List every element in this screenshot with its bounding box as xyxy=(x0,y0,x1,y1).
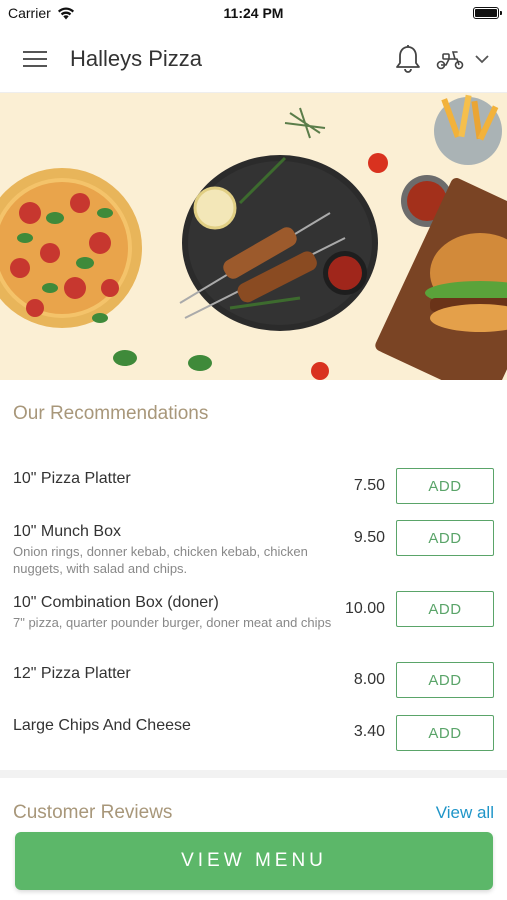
app-header: Halleys Pizza xyxy=(0,26,507,93)
item-description: 7" pizza, quarter pounder burger, doner … xyxy=(13,615,332,630)
status-time: 11:24 PM xyxy=(223,5,284,21)
item-name: Large Chips And Cheese xyxy=(13,717,191,734)
item-price: 3.40 xyxy=(353,723,385,740)
status-left: Carrier xyxy=(8,5,75,21)
item-price: 8.00 xyxy=(353,671,385,688)
kebab-plate-illustration xyxy=(179,155,378,331)
reviews-title: Customer Reviews xyxy=(13,802,173,823)
item-name: 10" Pizza Platter xyxy=(13,470,131,487)
chevron-down-icon xyxy=(475,54,489,63)
bell-icon xyxy=(396,45,420,73)
item-name: 10" Munch Box xyxy=(13,523,121,540)
burger-illustration xyxy=(375,178,507,380)
item-price: 10.00 xyxy=(344,600,385,617)
add-button[interactable]: ADD xyxy=(396,468,494,504)
notifications-button[interactable] xyxy=(395,44,421,74)
battery-icon xyxy=(473,7,502,19)
view-menu-button[interactable]: VIEW MENU xyxy=(15,832,493,890)
section-divider xyxy=(0,770,507,778)
view-all-reviews-link[interactable]: View all xyxy=(436,803,494,823)
hero-banner xyxy=(0,93,507,380)
delivery-mode-selector[interactable] xyxy=(435,48,489,70)
item-price: 9.50 xyxy=(353,529,385,546)
pizza-illustration xyxy=(0,168,142,328)
item-name: 12" Pizza Platter xyxy=(13,665,131,682)
status-bar: Carrier 11:24 PM xyxy=(0,0,507,26)
header-actions xyxy=(395,44,507,74)
menu-icon xyxy=(23,51,47,67)
scooter-icon xyxy=(436,51,464,70)
wifi-icon xyxy=(57,7,74,19)
add-button[interactable]: ADD xyxy=(396,520,494,556)
page-title: Halleys Pizza xyxy=(70,46,203,71)
carrier-label: Carrier xyxy=(8,5,51,21)
add-button[interactable]: ADD xyxy=(396,662,494,698)
item-price: 7.50 xyxy=(353,477,385,494)
item-name: 10" Combination Box (doner) xyxy=(13,594,219,611)
item-description: Onion rings, donner kebab, chicken kebab… xyxy=(13,544,308,576)
food-banner-image xyxy=(0,94,507,380)
recommendations-title: Our Recommendations xyxy=(13,403,209,424)
add-button[interactable]: ADD xyxy=(396,715,494,751)
menu-button[interactable] xyxy=(0,26,70,93)
add-button[interactable]: ADD xyxy=(396,591,494,627)
